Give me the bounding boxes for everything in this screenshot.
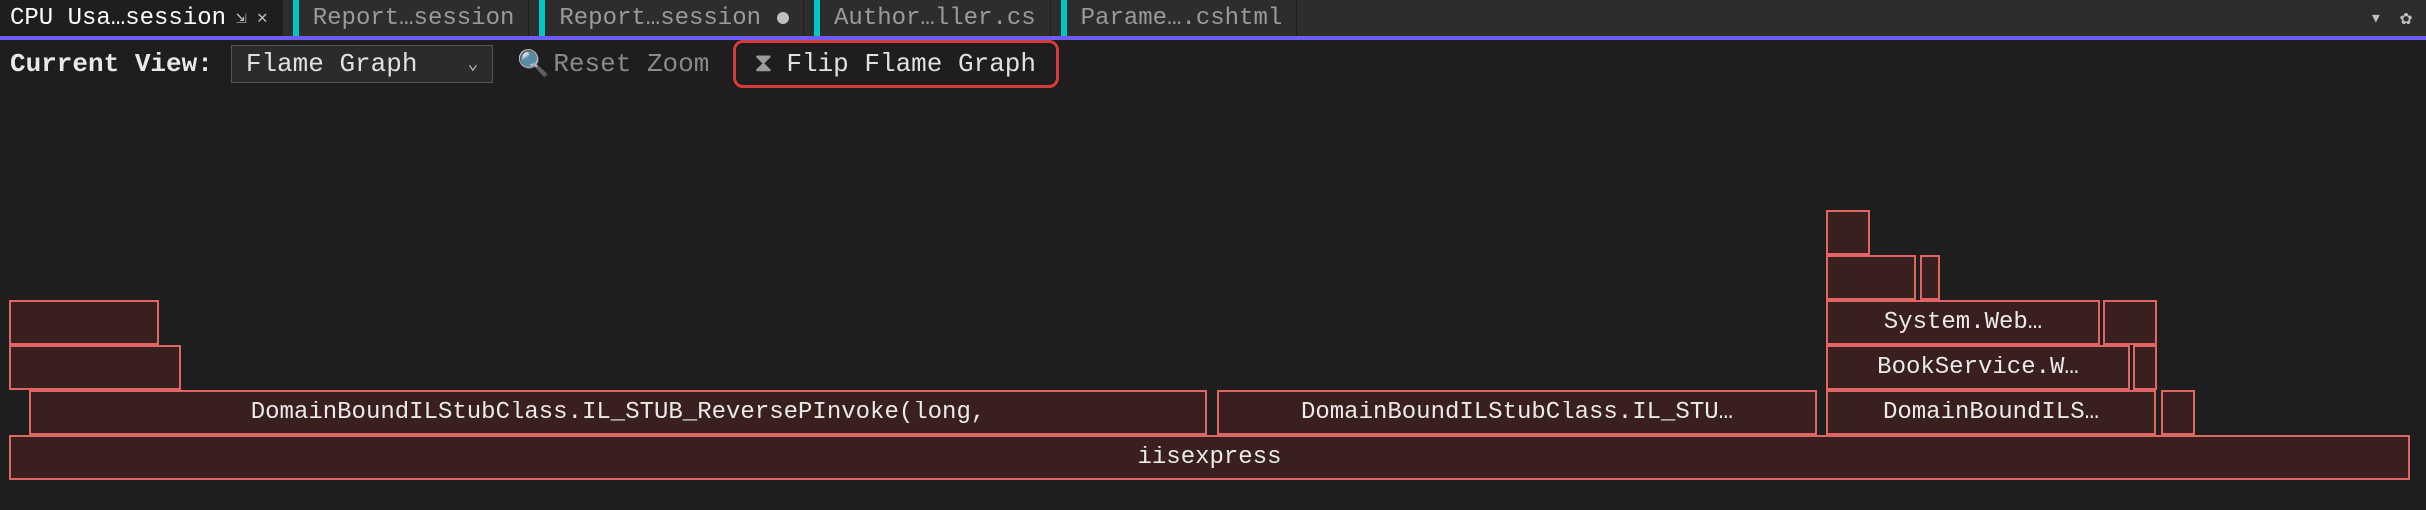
tab-label: Author…ller.cs [834, 5, 1036, 32]
flame-frame[interactable]: DomainBoundILStubClass.IL_STU… [1217, 390, 1817, 435]
toolbar: Current View: Flame Graph ⌄ 🔍 Reset Zoom… [0, 40, 2426, 88]
tab-accent [293, 0, 299, 36]
tab-label: CPU Usa…session [10, 5, 226, 32]
flip-flame-graph-label: Flip Flame Graph [786, 49, 1036, 79]
tab-label: Report…session [313, 5, 515, 32]
flame-frame[interactable]: DomainBoundILStubClass.IL_STUB_ReversePI… [29, 390, 1207, 435]
flip-flame-graph-highlight: ⧗ Flip Flame Graph [733, 40, 1059, 88]
flame-frame[interactable]: iisexpress [9, 435, 2410, 480]
flame-frame[interactable] [9, 300, 159, 345]
tab-accent [539, 0, 545, 36]
flame-frame[interactable] [1920, 255, 1940, 300]
flame-frame-label: DomainBoundILStubClass.IL_STU… [1301, 401, 1733, 425]
flame-frame[interactable]: System.Web… [1826, 300, 2100, 345]
tab-accent [1061, 0, 1067, 36]
flame-frame[interactable] [1826, 255, 1916, 300]
tab-report-session-1[interactable]: Report…session [283, 0, 530, 36]
tab-parame-cshtml[interactable]: Parame….cshtml [1051, 0, 1298, 36]
dirty-indicator-icon [777, 12, 789, 24]
flame-frame[interactable] [9, 345, 181, 390]
gear-icon[interactable]: ✿ [2400, 5, 2412, 31]
flame-frame-label: DomainBoundILStubClass.IL_STUB_ReversePI… [251, 401, 986, 425]
flame-frame[interactable] [2161, 390, 2195, 435]
flame-frame[interactable] [2103, 300, 2157, 345]
tab-label: Report…session [559, 5, 761, 32]
pin-icon[interactable]: ⇲ [236, 7, 247, 29]
flame-frame[interactable]: DomainBoundILS… [1826, 390, 2156, 435]
reset-zoom-label: Reset Zoom [553, 49, 709, 79]
chevron-down-icon: ⌄ [467, 53, 478, 75]
flame-frame-label: DomainBoundILS… [1883, 401, 2099, 425]
flame-frame-label: System.Web… [1884, 311, 2042, 335]
flame-frame-label: BookService.W… [1877, 356, 2079, 380]
current-view-label: Current View: [10, 49, 213, 79]
close-icon[interactable]: ✕ [257, 7, 268, 29]
tab-strip-spacer [1297, 0, 2356, 36]
magnifier-icon: 🔍 [517, 49, 543, 80]
flame-frame[interactable] [2133, 345, 2157, 390]
tab-strip-right-controls: ▾ ✿ [2356, 0, 2426, 36]
tab-author-controller[interactable]: Author…ller.cs [804, 0, 1051, 36]
view-dropdown-value: Flame Graph [246, 49, 418, 79]
tab-report-session-2[interactable]: Report…session [529, 0, 804, 36]
flame-frame[interactable]: BookService.W… [1826, 345, 2130, 390]
flip-icon: ⧗ [750, 49, 776, 79]
flip-flame-graph-button[interactable]: ⧗ Flip Flame Graph [744, 45, 1042, 83]
tab-strip: CPU Usa…session ⇲ ✕ Report…session Repor… [0, 0, 2426, 40]
reset-zoom-button[interactable]: 🔍 Reset Zoom [511, 45, 715, 83]
view-dropdown[interactable]: Flame Graph ⌄ [231, 45, 493, 83]
flame-graph[interactable]: iisexpress DomainBoundILStubClass.IL_STUB… [0, 88, 2426, 506]
flame-frame-label: iisexpress [1137, 446, 1281, 470]
tab-label: Parame….cshtml [1081, 5, 1283, 32]
tab-accent [814, 0, 820, 36]
flame-frame[interactable] [1826, 210, 1870, 255]
tab-cpu-usage-session[interactable]: CPU Usa…session ⇲ ✕ [0, 0, 283, 36]
overflow-menu-icon[interactable]: ▾ [2370, 5, 2382, 31]
